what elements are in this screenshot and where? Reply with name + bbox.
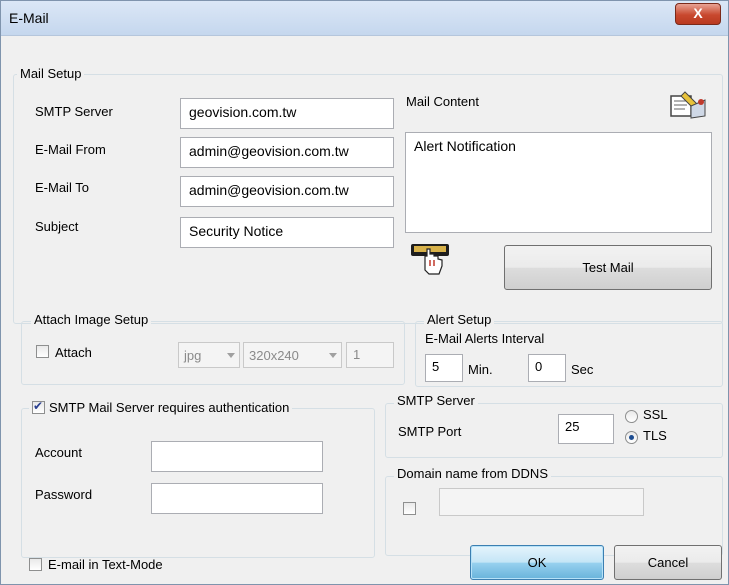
cancel-button[interactable]: Cancel (614, 545, 722, 580)
ddns-legend: Domain name from DDNS (394, 466, 551, 481)
image-format-value: jpg (184, 348, 202, 363)
chevron-down-icon (329, 353, 337, 358)
account-input[interactable] (151, 441, 323, 472)
ssl-label: SSL (643, 407, 668, 422)
text-mode-label: E-mail in Text-Mode (48, 557, 163, 572)
alert-interval-label: E-Mail Alerts Interval (425, 331, 545, 346)
close-icon: X (693, 5, 703, 21)
mail-content-label: Mail Content (406, 94, 479, 109)
alert-setup-legend: Alert Setup (424, 312, 495, 327)
email-from-label: E-Mail From (35, 142, 106, 157)
smtp-port-label: SMTP Port (398, 424, 462, 439)
password-input[interactable] (151, 483, 323, 514)
alert-minutes-input[interactable]: 5 (425, 354, 463, 382)
mail-setup-legend: Mail Setup (17, 66, 85, 81)
image-size-select[interactable]: 320x240 (243, 342, 342, 368)
account-label: Account (35, 445, 82, 460)
auth-legend: SMTP Mail Server requires authentication (29, 399, 293, 415)
smtp-server-input[interactable]: geovision.com.tw (180, 98, 394, 129)
email-dialog: E-Mail X Mail Setup SMTP Server geovisio… (0, 0, 729, 585)
hand-pointer-icon[interactable] (409, 240, 455, 276)
ddns-input[interactable] (439, 488, 644, 516)
auth-checkbox[interactable] (32, 399, 45, 414)
tls-label: TLS (643, 428, 667, 443)
smtp-port-input[interactable]: 25 (558, 414, 614, 444)
email-to-label: E-Mail To (35, 180, 89, 195)
dialog-body: Mail Setup SMTP Server geovision.com.tw … (1, 36, 728, 584)
image-count-input[interactable]: 1 (346, 342, 394, 368)
seconds-label: Sec (571, 362, 594, 377)
image-format-select[interactable]: jpg (178, 342, 240, 368)
smtp-server-legend: SMTP Server (394, 393, 478, 408)
attach-label: Attach (55, 345, 92, 360)
subject-label: Subject (35, 219, 79, 234)
mail-content-editor-icon[interactable] (665, 88, 709, 122)
test-mail-button[interactable]: Test Mail (504, 245, 712, 290)
window-title: E-Mail (9, 10, 49, 26)
alert-seconds-input[interactable]: 0 (528, 354, 566, 382)
close-button[interactable]: X (675, 3, 721, 25)
ssl-radio[interactable] (625, 410, 638, 423)
ddns-checkbox[interactable] (403, 502, 416, 515)
email-to-input[interactable]: admin@geovision.com.tw (180, 176, 394, 207)
attach-image-setup-legend: Attach Image Setup (31, 312, 152, 327)
minutes-label: Min. (468, 362, 493, 377)
auth-checkbox-label: SMTP Mail Server requires authentication (49, 400, 290, 415)
chevron-down-icon (227, 353, 235, 358)
password-label: Password (35, 487, 93, 502)
image-size-value: 320x240 (249, 348, 299, 363)
tls-radio[interactable] (625, 431, 638, 444)
smtp-server-label: SMTP Server (35, 104, 113, 119)
attach-checkbox[interactable] (36, 345, 49, 358)
ok-button[interactable]: OK (470, 545, 604, 580)
subject-input[interactable]: Security Notice (180, 217, 394, 248)
title-bar: E-Mail X (1, 1, 728, 36)
text-mode-checkbox[interactable] (29, 558, 42, 571)
email-from-input[interactable]: admin@geovision.com.tw (180, 137, 394, 168)
mail-content-textarea[interactable]: Alert Notification (405, 132, 712, 233)
